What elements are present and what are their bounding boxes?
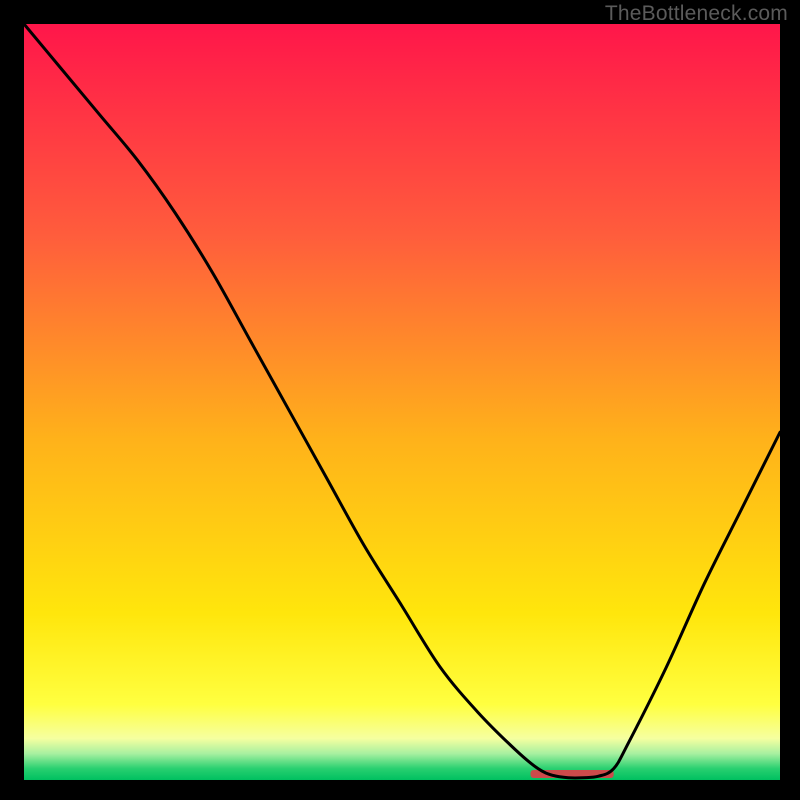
- chart-container: TheBottleneck.com: [0, 0, 800, 800]
- bottleneck-chart: [0, 0, 800, 800]
